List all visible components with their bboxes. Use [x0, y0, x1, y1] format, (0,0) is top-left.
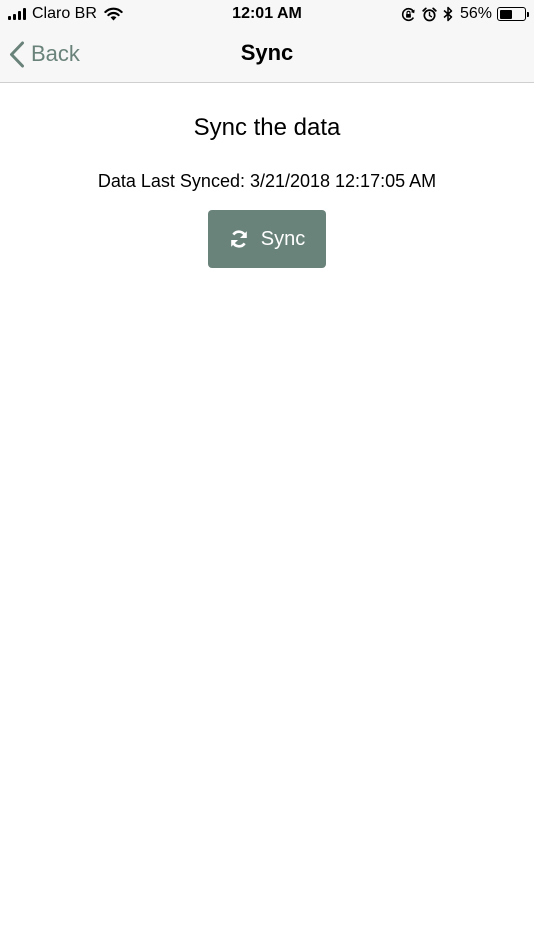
navigation-bar: Back Sync — [0, 28, 534, 83]
status-right: 56% — [395, 5, 529, 23]
battery-percentage: 56% — [459, 5, 492, 22]
alarm-icon — [422, 7, 437, 21]
status-bar: Claro BR 12:01 AM 56% — [0, 0, 534, 28]
sync-heading: Sync the data — [193, 114, 341, 141]
refresh-icon — [230, 230, 247, 248]
sync-button[interactable]: Sync — [208, 210, 326, 268]
battery-level-fill — [499, 9, 513, 19]
last-synced-text: Data Last Synced: 3/21/2018 12:17:05 AM — [97, 171, 437, 191]
battery-nub — [526, 11, 529, 17]
orientation-lock-icon — [401, 7, 415, 21]
page-title: Sync — [240, 40, 294, 65]
sync-screen: Claro BR 12:01 AM 56% Back Sync Sync the… — [0, 0, 534, 950]
sync-button-label: Sync — [260, 227, 306, 250]
bluetooth-icon — [443, 6, 453, 22]
battery-icon — [497, 7, 529, 21]
